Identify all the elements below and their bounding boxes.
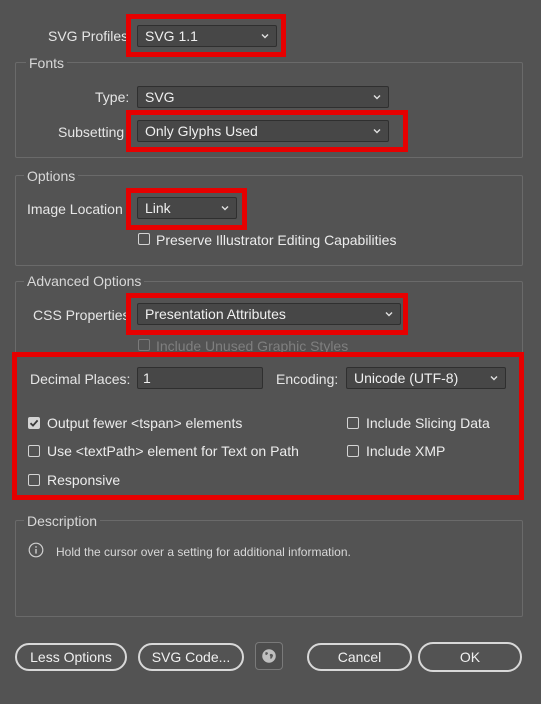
fonts-type-value: SVG: [145, 89, 175, 105]
css-properties-label: CSS Properties: [33, 307, 130, 323]
description-text: Hold the cursor over a setting for addit…: [56, 545, 351, 559]
description-title: Description: [24, 513, 101, 529]
advanced-settings-highlight: [12, 352, 524, 500]
chevron-down-icon: [373, 95, 381, 100]
cancel-button[interactable]: Cancel: [307, 643, 412, 671]
ok-button[interactable]: OK: [418, 642, 522, 672]
web-preview-button[interactable]: [255, 642, 283, 670]
css-properties-highlight: [126, 293, 408, 335]
image-location-highlight: [126, 188, 247, 230]
fonts-type-select[interactable]: SVG: [137, 86, 389, 108]
fonts-subsetting-label: Subsetting: [58, 124, 125, 140]
options-title: Options: [24, 168, 79, 184]
preserve-editing-label: Preserve Illustrator Editing Capabilitie…: [156, 232, 397, 248]
less-options-button[interactable]: Less Options: [15, 643, 127, 671]
subsetting-highlight: [126, 110, 408, 152]
preserve-editing-checkbox[interactable]: [138, 233, 150, 245]
svg-profiles-label: SVG Profiles: [48, 28, 129, 44]
fonts-title: Fonts: [26, 55, 68, 71]
options-group: [15, 175, 523, 266]
include-unused-styles-checkbox[interactable]: [138, 339, 150, 351]
svg-profiles-highlight: [126, 14, 286, 57]
svg-code-button[interactable]: SVG Code...: [138, 643, 244, 671]
fonts-type-label: Type:: [95, 89, 130, 105]
advanced-options-title: Advanced Options: [24, 273, 145, 289]
globe-icon: [262, 649, 276, 663]
info-icon: [28, 542, 44, 558]
image-location-label: Image Location: [27, 201, 123, 217]
description-group: [15, 520, 523, 617]
